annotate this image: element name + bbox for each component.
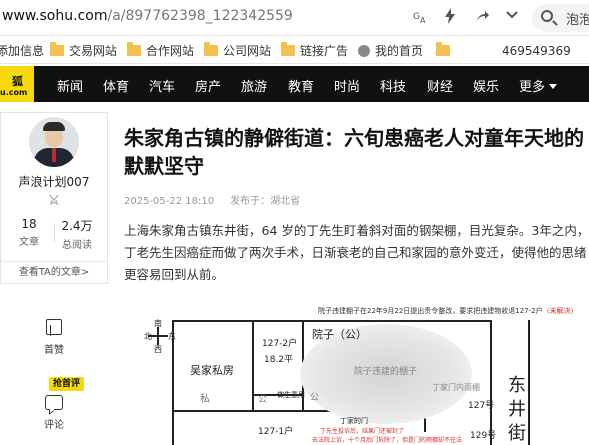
nav-link-fashion[interactable]: 时尚	[334, 76, 360, 95]
search-icon	[541, 10, 553, 22]
url-host: www.sohu.com	[2, 8, 108, 24]
label-unit-127-2: 127-2户	[262, 339, 298, 349]
svg-text:A: A	[420, 16, 426, 24]
article-title: 朱家角古镇的静僻街道：六旬患癌老人对童年天地的默默坚守	[124, 126, 584, 178]
bookmark-folder[interactable]: 公司网站	[204, 42, 271, 59]
article-figure: 院子违建棚子在22年9月22日提出责令整改，要求把违建物收退127-2户（未解决…	[124, 302, 589, 445]
figure-caption: 院子违建棚子在22年9月22日提出责令整改，要求把违建物收退127-2户（未解决…	[318, 307, 578, 315]
share-icon[interactable]	[473, 8, 491, 26]
view-articles-link[interactable]: 查看TA的文章>	[1, 261, 107, 283]
author-name[interactable]: 声浪计划007	[1, 173, 107, 190]
article-meta: 2025-05-22 18:10 发布于：湖北省	[124, 192, 300, 207]
nav-link-edu[interactable]: 教育	[288, 76, 314, 95]
bookmark-item[interactable]: 添加信息	[0, 43, 44, 59]
url-field[interactable]: www.sohu.com/a/897762398_122342559	[2, 8, 293, 24]
translate-icon[interactable]: GA	[411, 8, 429, 26]
article-paragraph: 上海朱家角古镇东井街，64 岁的丁先生盯着斜对面的钢架棚，目光复杂。3年之内，丁…	[124, 223, 589, 282]
bookmark-folder[interactable]: 链接广告	[281, 42, 348, 59]
browser-search-box[interactable]: 泡泡	[532, 4, 589, 32]
bookmark-link[interactable]: 我的首页	[358, 43, 423, 59]
folder-icon	[281, 42, 295, 56]
search-text: 泡泡	[566, 13, 589, 28]
side-actions: 首赞 评论	[0, 305, 108, 445]
label-unit-127-1: 127-1户	[258, 427, 294, 437]
svg-text:G: G	[413, 12, 420, 22]
divider	[54, 223, 55, 243]
url-path: /a/897762398_122342559	[107, 8, 293, 24]
label-shed: 院子违建的棚子	[354, 367, 418, 377]
like-button[interactable]: 首赞	[34, 315, 74, 356]
publish-date: 2025-05-22 18:10	[124, 196, 215, 207]
avatar[interactable]	[29, 117, 79, 167]
nav-link-news[interactable]: 新闻	[57, 76, 83, 95]
stat-reads: 2.4万 总阅读	[61, 219, 93, 251]
bookmark-item[interactable]: 469549369	[502, 43, 571, 59]
nav-link-travel[interactable]: 旅游	[241, 76, 267, 95]
bookmark-folder[interactable]	[436, 42, 455, 59]
nav-link-auto[interactable]: 汽车	[149, 76, 175, 95]
stat-articles: 18 文章	[19, 217, 39, 248]
publish-location: 发布于：湖北省	[230, 196, 301, 207]
first-comment-badge: 抢首评	[49, 377, 85, 391]
nav-link-more[interactable]: 更多	[519, 76, 558, 95]
bolt-icon[interactable]	[441, 8, 459, 26]
folder-icon	[50, 42, 64, 56]
site-nav: 狐 u.com 新闻 体育 汽车 房产 旅游 教育 时尚 科技 财经 娱乐 更多	[0, 66, 589, 102]
author-card: 声浪计划007 18 文章 2.4万 总阅读 查看TA的文章>	[0, 112, 108, 284]
comment-label: 评论	[44, 420, 64, 431]
address-bar: www.sohu.com/a/897762398_122342559 GA 泡泡	[0, 0, 589, 36]
caret-down-icon	[549, 84, 558, 89]
like-label: 首赞	[44, 345, 64, 356]
label-street: 东井街	[508, 375, 526, 444]
bookmark-folder[interactable]: 合作网站	[127, 42, 194, 59]
nav-link-tech[interactable]: 科技	[380, 76, 406, 95]
folder-icon	[436, 42, 450, 56]
comment-icon	[45, 395, 63, 410]
folder-icon	[127, 42, 141, 56]
bookmark-folder[interactable]: 交易网站	[50, 42, 117, 59]
nav-link-finance[interactable]: 财经	[427, 76, 453, 95]
nav-link-sports[interactable]: 体育	[103, 76, 129, 95]
folder-icon	[204, 42, 218, 56]
site-logo[interactable]: 狐 u.com	[0, 66, 34, 102]
globe-icon	[358, 45, 370, 57]
chevron-down-icon[interactable]	[503, 8, 521, 26]
comment-button[interactable]: 评论	[34, 390, 74, 431]
nav-link-house[interactable]: 房产	[195, 76, 221, 95]
thumbs-up-icon	[46, 319, 62, 336]
label-wu-house: 吴家私房	[190, 364, 234, 377]
nav-link-ent[interactable]: 娱乐	[473, 76, 499, 95]
verified-icon	[48, 193, 60, 206]
label-courtyard: 院子（公）	[312, 328, 367, 341]
bookmarks-bar: 添加信息 交易网站 合作网站 公司网站 链接广告 我的首页 469549369	[0, 37, 589, 64]
